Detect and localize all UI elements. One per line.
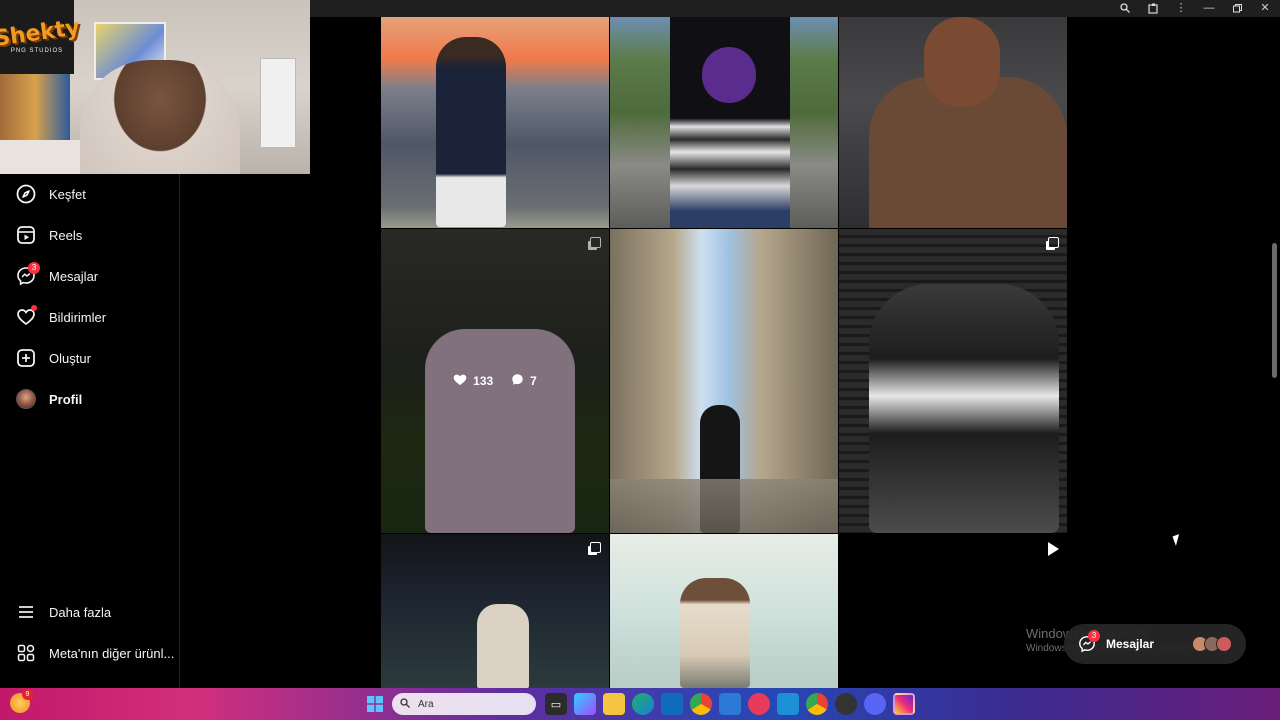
hamburger-icon [16,602,36,622]
post-tile[interactable] [839,534,1067,688]
sidebar-item-label: Meta'nın diğer ürünl... [49,645,175,661]
post-tile[interactable] [610,534,838,688]
menu-kebab-icon[interactable]: ⋮ [1174,1,1188,15]
search-icon [400,697,410,711]
meta-apps-icon [16,643,36,663]
carousel-icon [1048,237,1059,248]
start-button[interactable] [364,693,386,715]
post-tile[interactable]: 133 7 [381,229,609,533]
photo-face [924,17,1000,107]
post-tile[interactable] [839,17,1067,228]
reel-play-icon [1048,542,1059,556]
post-tile[interactable] [839,229,1067,533]
post-tile[interactable] [610,17,838,228]
github-icon[interactable] [835,693,857,715]
mouse-cursor [1172,534,1183,546]
carousel-icon [590,542,601,553]
zoom-icon[interactable] [1118,1,1132,15]
likes-stat: 133 [453,373,493,389]
sidebar-item-create[interactable]: Oluştur [16,346,91,370]
recent-chat-avatars [1192,636,1232,652]
sidebar-item-label: Daha fazla [49,604,112,620]
compass-icon [16,184,36,204]
file-explorer-icon[interactable] [603,693,625,715]
post-tile[interactable] [381,17,609,228]
messenger-icon: 3 [16,262,40,286]
photo-subject [680,578,750,688]
photo-subject [436,37,506,227]
messages-pill[interactable]: 3 Mesajlar [1064,624,1246,664]
sidebar-item-label: Profil [49,391,83,407]
sidebar-item-messages[interactable]: 3 Mesajlar [16,262,99,288]
likes-count: 133 [473,374,494,388]
sidebar-item-explore[interactable]: Keşfet [16,182,86,206]
store-icon[interactable] [719,693,741,715]
sidebar-item-label: Bildirimler [49,309,107,325]
edge-icon[interactable] [632,693,654,715]
minimize-icon[interactable]: — [1202,1,1216,15]
streamer [80,60,240,174]
copilot-icon[interactable] [574,693,596,715]
avatar [16,389,36,409]
extensions-icon[interactable] [1146,1,1160,15]
comments-count: 7 [530,374,537,388]
media-player-icon[interactable] [748,693,770,715]
plus-square-icon [16,348,36,368]
sidebar: Keşfet Reels 3 Mesajlar Bildirimler Oluş… [0,174,180,688]
sidebar-item-label: Reels [49,227,83,243]
taskbar-search[interactable]: Ara [392,693,536,715]
shirt-print [702,47,756,103]
sidebar-item-label: Mesajlar [49,268,99,284]
chrome-profile-icon[interactable] [806,693,828,715]
sidebar-item-profile[interactable]: Profil [16,387,82,411]
photo-street [610,479,838,533]
task-view-icon[interactable]: ▭ [545,693,567,715]
heater [260,58,296,148]
sidebar-item-notifications[interactable]: Bildirimler [16,305,106,329]
heart-filled-icon [453,373,467,389]
stream-logo: Shekty PNG STUDIOS [0,0,81,74]
outlook-icon[interactable] [661,693,683,715]
weather-badge: 9 [22,689,33,700]
messages-pill-badge: 3 [1088,630,1100,642]
close-icon[interactable]: ✕ [1258,1,1272,15]
instagram-icon[interactable] [893,693,915,715]
webcam-overlay: Shekty PNG STUDIOS [0,0,310,174]
notification-dot [31,305,37,311]
sidebar-item-reels[interactable]: Reels [16,223,82,247]
app-icon[interactable] [777,693,799,715]
messages-pill-label: Mesajlar [1106,637,1155,651]
profile-post-grid: 133 7 [381,17,1067,688]
shelf [0,70,70,150]
photo-subject [477,604,529,688]
logo-text: Shekty [0,14,82,52]
taskbar: 9 Ara ▭ [0,688,1280,720]
sidebar-item-more[interactable]: Daha fazla [16,600,111,624]
photo-subject [869,284,1059,533]
reels-icon [16,225,36,245]
sidebar-item-label: Keşfet [49,186,86,202]
restore-icon[interactable] [1230,1,1244,15]
weather-widget[interactable]: 9 [10,689,33,713]
messages-badge: 3 [28,262,40,274]
comments-stat: 7 [511,373,537,389]
discord-icon[interactable] [864,693,886,715]
comment-filled-icon [511,373,524,389]
post-tile[interactable] [381,534,609,688]
bed [0,140,80,174]
search-placeholder: Ara [418,698,434,710]
post-tile[interactable] [610,229,838,533]
scrollbar-thumb[interactable] [1272,243,1277,378]
heart-icon [16,305,37,327]
post-hover-overlay: 133 7 [381,229,609,533]
avatar [1216,636,1232,652]
messenger-icon: 3 [1078,630,1100,653]
chrome-icon[interactable] [690,693,712,715]
sidebar-item-label: Oluştur [49,350,91,366]
weather-icon: 9 [10,689,33,713]
sidebar-item-meta[interactable]: Meta'nın diğer ürünl... [16,641,174,665]
